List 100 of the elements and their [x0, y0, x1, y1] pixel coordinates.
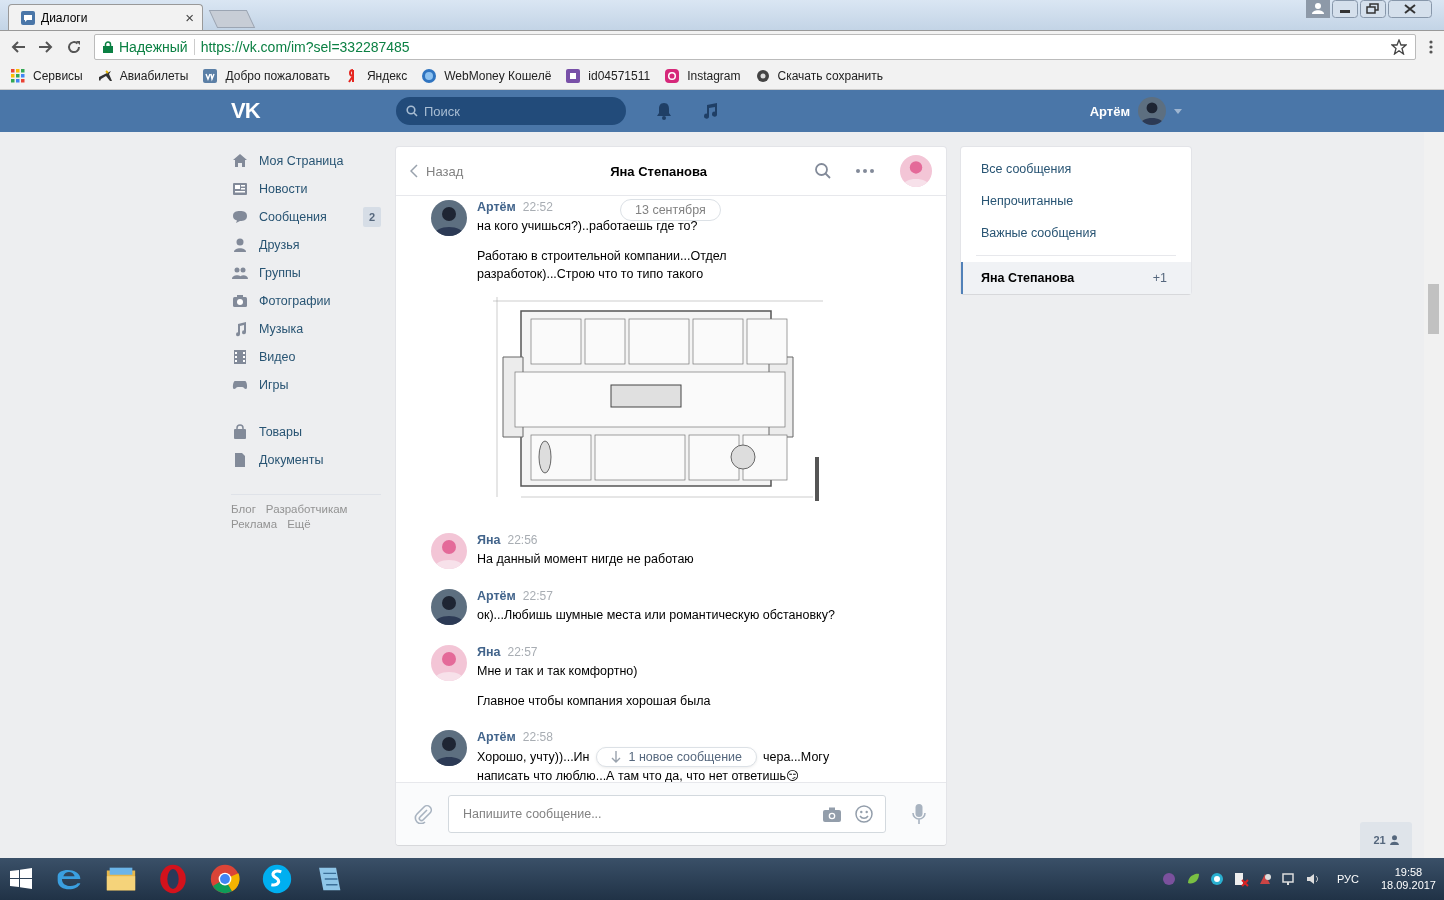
person-icon: [1389, 835, 1399, 845]
taskbar-app-icon[interactable]: [208, 862, 242, 896]
message-time: 22:57: [522, 589, 553, 603]
camera-icon: [664, 68, 681, 84]
unread-count: +1: [1152, 271, 1167, 285]
language-indicator[interactable]: РУС: [1336, 873, 1359, 885]
back-button[interactable]: Назад: [410, 163, 464, 179]
apps-grid-icon: [10, 68, 26, 84]
newspaper-icon: [232, 181, 248, 197]
nav-item[interactable]: Сообщения 2: [231, 203, 381, 231]
people-icon: [232, 265, 248, 281]
camera-icon: [232, 293, 248, 309]
bookmark[interactable]: Яндекс: [343, 68, 408, 84]
nav-item[interactable]: Музыка: [231, 315, 381, 343]
tray-icon[interactable]: [1280, 871, 1297, 887]
message-text: Хорошо, учту))...Ин: [477, 749, 590, 766]
browser-tab[interactable]: Диалоги ×: [8, 4, 203, 30]
message-text: написать что люблю...А там что да, что нет ответишь😏: [477, 768, 801, 782]
film-strip-icon: [232, 349, 248, 365]
filter-link[interactable]: Важные сообщения: [961, 217, 1191, 249]
tray-icon[interactable]: [1208, 871, 1225, 887]
square-icon: [565, 68, 582, 84]
bag-icon: [232, 424, 248, 440]
author-name[interactable]: Яна: [477, 645, 501, 659]
bookmark[interactable]: WebMoney Кошелё: [421, 68, 552, 84]
message-text: чера...Могу: [763, 749, 830, 766]
bookmark[interactable]: id04571511: [565, 68, 651, 84]
author-name[interactable]: Артём: [477, 200, 516, 214]
reload-icon[interactable]: [66, 39, 82, 55]
minimize-button[interactable]: [1332, 0, 1358, 18]
globe-icon: [421, 68, 438, 84]
message-input[interactable]: Напишите сообщение...: [448, 795, 886, 833]
search-field[interactable]: Поиск: [396, 97, 626, 125]
forward-arrow-icon[interactable]: [38, 39, 54, 55]
online-friends-button[interactable]: 21: [1360, 822, 1412, 858]
bookmark[interactable]: Добро пожаловать: [202, 68, 330, 84]
author-name[interactable]: Артём: [477, 730, 516, 744]
nav-item[interactable]: Новости: [231, 175, 381, 203]
filter-link[interactable]: Непрочитанные: [961, 185, 1191, 217]
tray-icon[interactable]: [1304, 871, 1321, 887]
message-time: 22:56: [507, 533, 538, 547]
bookmark[interactable]: Сервисы: [10, 68, 83, 84]
message-field[interactable]: Напишите сообщение...: [461, 806, 809, 822]
speech-bubble-icon: [232, 209, 248, 225]
close-button[interactable]: [1388, 0, 1432, 18]
nav-item[interactable]: Группы: [231, 259, 381, 287]
clock[interactable]: 19:58 18.09.2017: [1380, 866, 1436, 892]
logo[interactable]: VK: [231, 98, 396, 124]
nav-item[interactable]: Товары: [231, 418, 381, 446]
lock-icon: [103, 41, 113, 53]
dialog-item[interactable]: Яна Степанова +1: [961, 262, 1191, 294]
windows-start-icon[interactable]: [8, 866, 34, 892]
date-label: 13 сентября: [620, 199, 721, 221]
search-icon: [406, 105, 418, 117]
more-icon[interactable]: [856, 169, 874, 173]
taskbar-app-icon[interactable]: [260, 862, 294, 896]
author-name[interactable]: Артём: [477, 589, 516, 603]
chat-title: Яна Степанова: [609, 163, 709, 179]
arrow-down-icon: [610, 751, 621, 763]
star-icon[interactable]: [1391, 39, 1407, 55]
house-icon: [232, 153, 248, 169]
message-text: Мне и так и так комфортно): [477, 663, 639, 680]
paperclip-icon[interactable]: [414, 804, 432, 824]
avatar[interactable]: [431, 730, 467, 766]
nav-item[interactable]: Игры: [231, 371, 381, 399]
dialog-name: Яна Степанова: [981, 271, 1076, 285]
person-icon: [232, 237, 248, 253]
back-arrow-icon[interactable]: [10, 39, 26, 55]
message-text: Главное чтобы компания хорошая была: [477, 693, 711, 710]
address-bar[interactable]: Надежный https://vk.com/im?sel=332287485: [94, 34, 1416, 60]
restore-button[interactable]: [1360, 0, 1386, 18]
message-time: 22:52: [522, 200, 553, 214]
new-message-button[interactable]: 1 новое сообщение: [595, 747, 758, 767]
message-text: ок)...Любишь шумные места или романтическую обстановку?: [477, 607, 835, 624]
bookmark[interactable]: Instagram: [664, 68, 741, 84]
smiley-icon[interactable]: [855, 805, 873, 823]
camera-icon[interactable]: [823, 806, 841, 822]
nav-item[interactable]: Видео: [231, 343, 381, 371]
avatar[interactable]: [431, 589, 467, 625]
nav-item[interactable]: Фотографии: [231, 287, 381, 315]
document-icon: [232, 452, 248, 468]
eye-icon: [754, 68, 771, 84]
user-name[interactable]: Артём: [1089, 103, 1130, 119]
message-time: 22:57: [507, 645, 538, 659]
nav-item[interactable]: Моя Страница: [231, 147, 381, 175]
nav-item[interactable]: Документы: [231, 446, 381, 474]
message-text: Работаю в строительной компании...Отдел разработок)...Строю что то типо такого: [477, 248, 728, 283]
search-icon[interactable]: [814, 162, 832, 180]
avatar[interactable]: [431, 200, 467, 236]
bookmark[interactable]: Авиабилеты: [96, 68, 189, 84]
author-name[interactable]: Яна: [477, 533, 501, 547]
scrollbar[interactable]: [1424, 132, 1444, 858]
message-text: на кого учишься?)..работаешь где то?: [477, 218, 699, 235]
bookmark[interactable]: Скачать сохранить: [754, 68, 883, 84]
tray-icon[interactable]: [1232, 871, 1249, 887]
chat-bubble-icon: [21, 10, 35, 25]
close-tab-button[interactable]: ×: [185, 9, 194, 26]
nav-item[interactable]: Друзья: [231, 231, 381, 259]
filter-link[interactable]: Все сообщения: [961, 153, 1191, 185]
menu-icon[interactable]: [1428, 39, 1434, 55]
